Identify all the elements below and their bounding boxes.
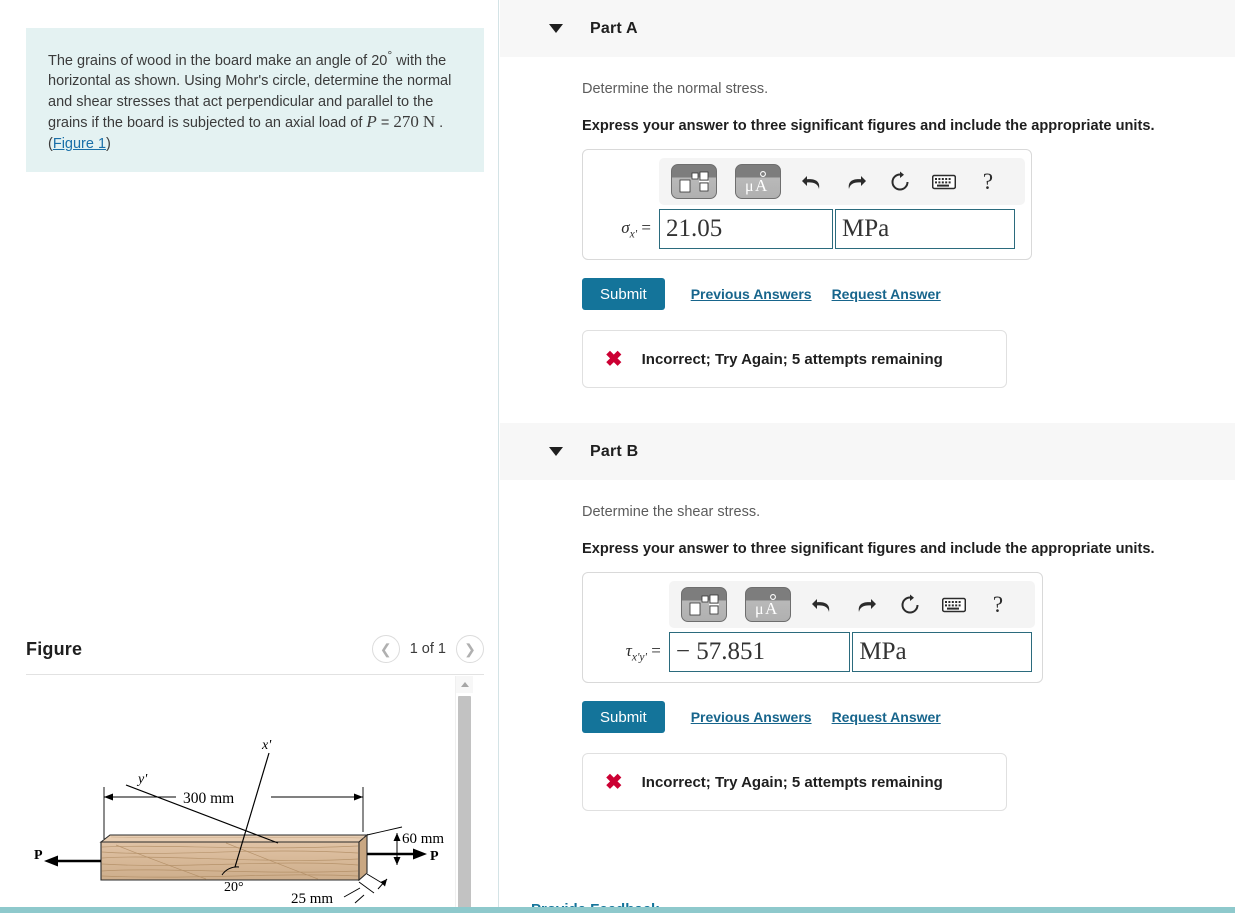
problem-statement: The grains of wood in the board make an … [26, 28, 484, 173]
incorrect-x-icon: ✖ [605, 347, 623, 371]
part-b-prompt: Determine the shear stress. [582, 504, 761, 520]
part-a-equals: = [641, 217, 651, 237]
reset-icon[interactable] [887, 169, 913, 195]
undo-icon[interactable] [809, 592, 835, 618]
part-a-variable-base: σ [621, 217, 630, 237]
incorrect-x-icon: ✖ [605, 770, 623, 794]
chevron-left-icon[interactable]: ❮ [371, 635, 400, 663]
problem-text-1: The grains of wood in the board make an … [48, 52, 388, 69]
figure-navigation: ❮ 1 of 1 ❯ [371, 635, 484, 663]
figure-viewport[interactable]: P P 300 mm y' x' 20° 60 mm 25 mm [26, 674, 484, 909]
part-a-answer-row: σx' = 21.05 MPa [593, 209, 1021, 249]
part-a-prompt: Determine the normal stress. [582, 81, 769, 97]
part-b-body: Determine the shear stress. Express your… [500, 480, 1235, 811]
figure-scrollbar[interactable] [455, 676, 473, 909]
chevron-right-icon[interactable]: ❯ [456, 635, 484, 663]
caret-down-icon[interactable] [549, 447, 563, 456]
svg-text:300 mm: 300 mm [183, 790, 234, 807]
part-a-feedback-text: Incorrect; Try Again; 5 attempts remaini… [641, 350, 943, 368]
part-b-submit-row: Submit Previous Answers Request Answer [582, 701, 1235, 733]
part-b-variable-sub: x'y' [631, 651, 647, 664]
svg-text:P: P [34, 848, 43, 863]
part-a-header[interactable]: Part A [500, 0, 1235, 57]
mastering-physics-page: The grains of wood in the board make an … [0, 0, 1235, 913]
part-b-header[interactable]: Part B [500, 423, 1235, 480]
figure-counter: 1 of 1 [409, 641, 446, 657]
part-a-unit-input[interactable]: MPa [835, 209, 1015, 249]
part-b-variable-label: τx'y' = [597, 641, 669, 663]
part-b-feedback-text: Incorrect; Try Again; 5 attempts remaini… [641, 773, 943, 791]
svg-text:P: P [430, 849, 439, 864]
part-a-variable-sub: x' [629, 228, 638, 241]
figure-title: Figure [26, 638, 83, 659]
caret-down-icon[interactable] [549, 24, 563, 33]
part-a-instruction: Express your answer to three significant… [582, 118, 1155, 134]
figure-1-link[interactable]: Figure 1 [53, 136, 106, 152]
scroll-up-icon[interactable] [456, 676, 473, 693]
redo-icon[interactable] [843, 169, 869, 195]
part-a-variable-label: σx' = [597, 218, 659, 240]
svg-text:μ: μ [745, 178, 754, 195]
part-b-answer-box: μ A ? τx'y' = − 57.851 MPa [582, 572, 1043, 683]
paren-close: ) [106, 135, 111, 152]
board-diagram: P P 300 mm y' x' 20° 60 mm 25 mm [34, 738, 444, 907]
load-symbol: P [366, 112, 377, 132]
svg-text:20°: 20° [224, 880, 244, 895]
figure-header: Figure ❮ 1 of 1 ❯ [26, 630, 484, 668]
left-panel: The grains of wood in the board make an … [0, 0, 499, 913]
part-a-previous-answers-link[interactable]: Previous Answers [691, 286, 812, 302]
math-template-icon[interactable] [671, 164, 717, 199]
part-b-answer-row: τx'y' = − 57.851 MPa [593, 632, 1032, 672]
part-b-title: Part B [590, 442, 639, 460]
math-template-icon[interactable] [681, 587, 727, 622]
load-unit: N [422, 112, 436, 132]
part-a-submit-row: Submit Previous Answers Request Answer [582, 278, 1235, 310]
part-a-request-answer-link[interactable]: Request Answer [832, 286, 941, 302]
keyboard-icon[interactable] [931, 169, 957, 195]
help-icon[interactable]: ? [985, 592, 1011, 618]
reset-icon[interactable] [897, 592, 923, 618]
units-micro-angstrom-icon[interactable]: μ A [735, 164, 781, 199]
part-b-previous-answers-link[interactable]: Previous Answers [691, 709, 812, 725]
part-a-math-toolbar: μ A ? [659, 158, 1025, 205]
part-b-request-answer-link[interactable]: Request Answer [832, 709, 941, 725]
svg-text:x': x' [261, 738, 272, 753]
svg-text:y': y' [136, 772, 148, 787]
footer-rule [0, 907, 1235, 913]
part-a-title: Part A [590, 19, 638, 37]
svg-text:μ: μ [755, 601, 764, 618]
redo-icon[interactable] [853, 592, 879, 618]
keyboard-icon[interactable] [941, 592, 967, 618]
undo-icon[interactable] [799, 169, 825, 195]
part-b-unit-input[interactable]: MPa [852, 632, 1032, 672]
part-a-value-input[interactable]: 21.05 [659, 209, 833, 249]
scrollbar-thumb[interactable] [458, 696, 471, 908]
part-b-submit-button[interactable]: Submit [582, 701, 665, 733]
part-a-answer-box: μ A ? σx' = 21.05 MPa [582, 149, 1032, 260]
part-b-value-input[interactable]: − 57.851 [668, 632, 851, 672]
part-b-math-toolbar: μ A ? [669, 581, 1035, 628]
part-a-feedback: ✖ Incorrect; Try Again; 5 attempts remai… [582, 330, 1007, 388]
svg-text:60 mm: 60 mm [402, 831, 444, 847]
svg-text:A: A [755, 176, 768, 195]
right-panel: Part A Determine the normal stress. Expr… [500, 0, 1235, 913]
svg-text:A: A [765, 599, 778, 618]
part-b-feedback: ✖ Incorrect; Try Again; 5 attempts remai… [582, 753, 1007, 811]
part-b-equals: = [651, 640, 661, 660]
load-equals: = [380, 115, 390, 132]
help-icon[interactable]: ? [975, 169, 1001, 195]
part-a-body: Determine the normal stress. Express you… [500, 57, 1235, 388]
svg-text:25 mm: 25 mm [291, 891, 333, 907]
degree-symbol: ° [387, 48, 393, 62]
part-a-submit-button[interactable]: Submit [582, 278, 665, 310]
load-value: 270 [393, 112, 419, 132]
part-b-instruction: Express your answer to three significant… [582, 541, 1155, 557]
problem-period: . [439, 115, 444, 132]
units-micro-angstrom-icon[interactable]: μ A [745, 587, 791, 622]
